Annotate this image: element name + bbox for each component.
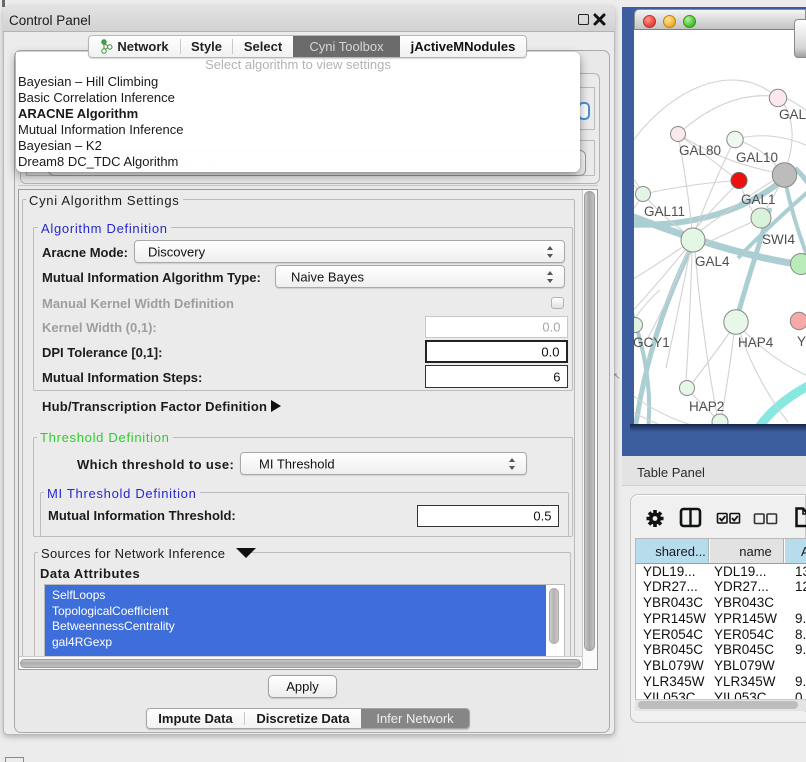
- svg-text:GAL80: GAL80: [679, 143, 721, 158]
- svg-text:GAL11: GAL11: [644, 204, 685, 219]
- svg-text:GAL7: GAL7: [779, 107, 806, 122]
- svg-text:GAL1: GAL1: [741, 192, 776, 207]
- svg-text:GCY1: GCY1: [634, 335, 670, 350]
- svg-text:YD: YD: [797, 334, 806, 349]
- svg-text:GAL10: GAL10: [736, 150, 778, 165]
- svg-text:HAP2: HAP2: [689, 399, 724, 414]
- svg-text:SWI4: SWI4: [762, 232, 795, 247]
- svg-text:GAL4: GAL4: [695, 254, 730, 269]
- svg-text:HAP4: HAP4: [738, 335, 774, 350]
